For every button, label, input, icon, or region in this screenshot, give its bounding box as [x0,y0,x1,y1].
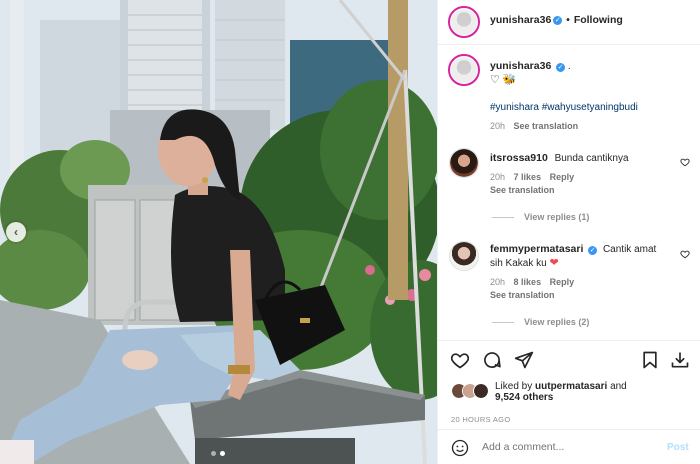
carousel-dot-active [220,451,225,456]
carousel-dots [211,451,225,456]
comment-likes[interactable]: 8 likes [514,277,542,287]
divider [492,216,514,218]
see-translation-link[interactable]: See translation [490,290,555,300]
liked-by-text: Liked by uutpermatasari and 9,524 others [495,381,695,403]
liked-by-and: and [610,381,627,392]
view-replies-label: View replies (2) [524,317,590,327]
comment-bar: Post [438,429,700,464]
post-timestamp[interactable]: 20 HOURS AGO [451,415,510,424]
post-button[interactable]: Post [667,442,689,453]
comment-meta: 20h 7 likes Reply [490,172,574,182]
comment-username[interactable]: itsrossa910 [490,152,548,164]
reply-button[interactable]: Reply [550,172,575,182]
comment-row: femmypermatasari ✓ Cantik amat [490,243,656,255]
avatar-image [451,57,477,83]
comment-row-cont: sih Kakak ku ❤ [490,256,559,269]
like-count[interactable]: 9,524 others [495,392,553,403]
caption-avatar[interactable] [448,54,480,86]
avatar-image [450,242,478,270]
comment-input[interactable] [482,441,652,453]
emoji-icon[interactable] [451,439,469,457]
reply-button[interactable]: Reply [550,277,575,287]
avatar-image [450,149,478,177]
liker-avatar [473,383,489,399]
chevron-left-icon: ‹ [14,225,18,239]
header-separator: • [566,14,570,26]
comment-text-line2: sih Kakak ku [490,258,547,269]
photo-illustration [0,0,437,464]
view-replies-button[interactable]: View replies (1) [492,212,589,222]
comment-translation: See translation [490,185,555,195]
verified-icon: ✓ [556,63,566,72]
comment-avatar-femmypermatasari[interactable] [449,241,479,271]
caption-trailing: . [567,61,571,72]
verified-icon: ✓ [553,15,563,25]
liked-by-prefix: Liked by [495,381,533,392]
share-icon[interactable] [514,350,534,370]
caption-meta: 20h See translation [490,121,578,131]
post-photo[interactable]: ‹ [0,0,437,464]
caption-author: yunishara36 ✓ . [490,60,571,72]
comment-row: itsrossa910 Bunda cantiknya [490,152,629,164]
view-replies-label: View replies (1) [524,212,590,222]
comment-username[interactable]: femmypermatasari [490,243,583,255]
author-avatar[interactable] [448,6,480,38]
bookmark-icon[interactable] [640,350,660,370]
verified-icon: ✓ [588,246,598,255]
caption-hashtags[interactable]: #yunishara #wahyusetyaningbudi [490,102,638,113]
view-replies-button[interactable]: View replies (2) [492,317,589,327]
heart-icon[interactable] [450,350,470,370]
comment-text: Bunda cantiknya [554,153,629,164]
liked-by-user[interactable]: uutpermatasari [535,381,607,392]
comment-text-line1: Cantik amat [602,244,657,255]
post-header: yunishara36 ✓ • Following [438,0,700,45]
action-bar [438,340,700,378]
download-icon[interactable] [670,350,690,370]
carousel-prev-button[interactable]: ‹ [6,222,26,242]
comment-translation: See translation [490,290,555,300]
header-author: yunishara36 ✓ • Following [490,14,623,26]
comment-time[interactable]: 20h [490,172,505,182]
comment-avatar-itsrossa910[interactable] [449,148,479,178]
heart-icon[interactable] [680,249,690,259]
avatar-image [451,9,477,35]
caption-time[interactable]: 20h [490,121,505,131]
divider [492,321,514,323]
post-viewer: ‹ yunishara36 ✓ • Following yunishara36 [0,0,700,464]
see-translation-link[interactable]: See translation [490,185,555,195]
see-translation-link[interactable]: See translation [514,121,579,131]
header-username[interactable]: yunishara36 [490,14,551,26]
heart-icon[interactable] [680,157,690,167]
comment-time[interactable]: 20h [490,277,505,287]
caption-emoji-line: ♡ 🐝 [490,74,517,86]
following-button[interactable]: Following [574,14,623,26]
red-heart-emoji: ❤ [549,257,559,269]
carousel-dot [211,451,216,456]
comment-meta: 20h 8 likes Reply [490,277,574,287]
comment-icon[interactable] [482,350,502,370]
post-details-panel: yunishara36 ✓ • Following yunishara36 ✓ … [437,0,700,464]
comment-likes[interactable]: 7 likes [514,172,542,182]
avatar-image [474,384,488,398]
caption-username[interactable]: yunishara36 [490,60,551,72]
